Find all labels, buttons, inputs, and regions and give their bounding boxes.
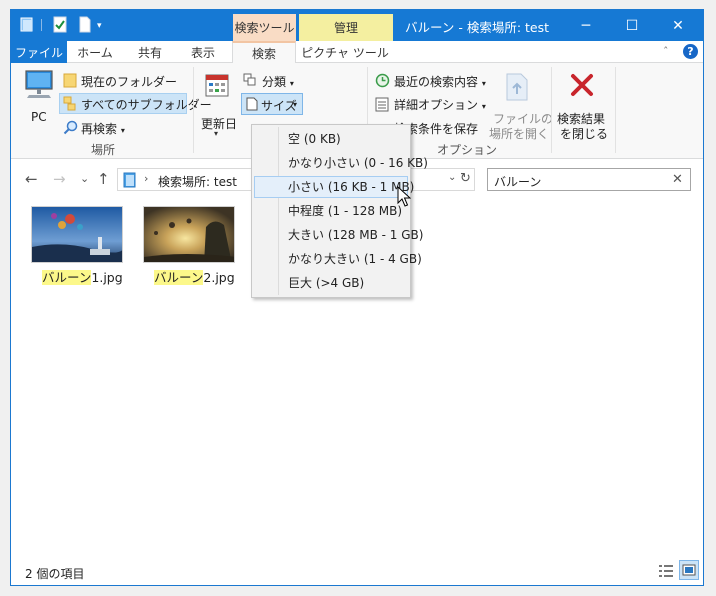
tab-search[interactable]: 検索	[232, 41, 296, 64]
calendar-icon	[205, 74, 229, 97]
close-search-icon	[571, 74, 593, 96]
properties-icon[interactable]	[52, 16, 68, 33]
kind-icon	[243, 73, 256, 86]
size-option-large[interactable]: 大きい (128 MB - 1 GB)	[254, 224, 423, 246]
forward-arrow-icon[interactable]: →	[53, 170, 66, 188]
size-label: サイズ	[261, 99, 297, 113]
chevron-down-icon: ▾	[481, 79, 486, 88]
tab-share[interactable]: 共有	[125, 41, 175, 63]
context-tab-manage: 管理	[299, 14, 393, 41]
search-input[interactable]: バルーン ✕	[487, 168, 691, 191]
size-option-tiny[interactable]: かなり小さい (0 - 16 KB)	[254, 152, 428, 174]
size-icon	[246, 97, 258, 111]
chevron-down-icon: ▾	[214, 129, 219, 138]
current-folder-icon	[63, 73, 77, 88]
ribbon-tabs: ファイル ホーム 共有 表示 検索 ピクチャ ツール ˆ ?	[11, 41, 703, 64]
tab-home[interactable]: ホーム	[69, 41, 121, 63]
breadcrumb[interactable]: 検索場所: test	[158, 173, 237, 190]
new-folder-icon[interactable]	[77, 16, 93, 33]
close-search-label-2: を閉じる	[560, 127, 609, 141]
size-option-small[interactable]: 小さい (16 KB - 1 MB)	[254, 176, 414, 198]
clear-search-icon[interactable]: ✕	[672, 172, 683, 187]
pc-icon	[25, 70, 53, 98]
file-name-rest: 1.jpg	[91, 270, 123, 285]
mouse-cursor-icon	[397, 186, 411, 207]
options-group-label: オプション	[437, 143, 498, 157]
large-icons-view-icon	[682, 564, 696, 576]
search-again-button[interactable]: 再検索 ▾	[81, 120, 125, 137]
tab-view[interactable]: 表示	[177, 41, 229, 63]
recent-searches-label: 最近の検索内容	[394, 75, 479, 89]
advanced-options-label: 詳細オプション	[394, 98, 479, 112]
chevron-down-icon: ▾	[289, 79, 294, 88]
kind-label: 分類	[262, 75, 287, 89]
details-view-icon[interactable]	[657, 563, 675, 579]
back-arrow-icon[interactable]: ←	[25, 170, 38, 188]
up-arrow-icon[interactable]: ↑	[97, 170, 110, 188]
size-option-gigantic[interactable]: 巨大 (>4 GB)	[254, 272, 408, 294]
chevron-down-icon: ▾	[293, 100, 298, 109]
close-button[interactable]: ✕	[655, 10, 701, 41]
window-title: バルーン - 検索場所: test	[405, 20, 550, 35]
size-option-medium[interactable]: 中程度 (1 - 128 MB)	[254, 200, 408, 222]
size-dropdown-menu: 空 (0 KB) かなり小さい (0 - 16 KB) 小さい (16 KB -…	[251, 124, 428, 298]
file-thumbnail-balloon-1[interactable]	[31, 206, 123, 263]
tab-picture-tools[interactable]: ピクチャ ツール	[297, 41, 393, 63]
file-name-balloon-1[interactable]: バルーン1.jpg	[42, 267, 123, 286]
help-icon[interactable]: ?	[683, 44, 698, 59]
file-thumbnail-balloon-2[interactable]	[143, 206, 235, 263]
search-again-label: 再検索	[81, 122, 118, 136]
ribbon-divider	[551, 67, 552, 153]
explorer-window: ▾ 検索ツール 管理 バルーン - 検索場所: test ─ ☐ ✕ ファイル …	[10, 9, 704, 586]
file-name-balloon-2[interactable]: バルーン2.jpg	[154, 267, 235, 286]
size-option-empty[interactable]: 空 (0 KB)	[254, 128, 408, 150]
advanced-options-button[interactable]: 詳細オプション ▾	[394, 96, 486, 113]
balloon-photo-2	[144, 207, 234, 262]
balloon-photo-1	[32, 207, 122, 262]
recent-locations-icon[interactable]: ⌄	[80, 172, 89, 185]
recent-searches-icon	[375, 73, 390, 88]
tab-file[interactable]: ファイル	[11, 41, 67, 63]
context-tab-search-tools: 検索ツール	[233, 14, 296, 41]
title-bar: ▾ 検索ツール 管理 バルーン - 検索場所: test ─ ☐ ✕	[11, 10, 703, 41]
window-folder-icon	[20, 17, 33, 32]
search-again-icon	[63, 120, 78, 135]
search-match-highlight: バルーン	[42, 270, 92, 285]
chevron-down-icon: ▾	[120, 126, 125, 135]
open-file-location-label-2: 場所を開く	[489, 127, 550, 141]
large-icons-view-button[interactable]	[679, 560, 699, 580]
file-name-rest: 2.jpg	[203, 270, 235, 285]
kind-button[interactable]: 分類 ▾	[262, 73, 294, 90]
date-modified-button[interactable]: 更新日	[201, 115, 237, 132]
collapse-ribbon-icon[interactable]: ˆ	[663, 45, 669, 58]
ribbon-divider	[193, 67, 194, 153]
pc-button[interactable]: PC	[31, 110, 47, 124]
size-option-huge[interactable]: かなり大きい (1 - 4 GB)	[254, 248, 422, 270]
quick-access-separator	[41, 19, 42, 31]
advanced-options-icon	[375, 97, 389, 112]
search-match-highlight: バルーン	[154, 270, 204, 285]
search-input-value: バルーン	[494, 175, 542, 189]
refresh-icon[interactable]: ↻	[460, 171, 471, 186]
minimize-button[interactable]: ─	[563, 10, 609, 41]
location-group-label: 場所	[91, 143, 116, 157]
chevron-down-icon: ▾	[481, 102, 486, 111]
size-button[interactable]: サイズ ▾	[241, 93, 303, 115]
current-folder-button[interactable]: 現在のフォルダー	[81, 73, 177, 90]
address-dropdown-icon[interactable]: ⌄	[448, 172, 456, 183]
subfolders-icon	[63, 96, 76, 111]
open-file-location-icon	[506, 73, 528, 101]
ribbon-divider	[615, 67, 616, 153]
customize-quick-access-icon[interactable]: ▾	[97, 20, 102, 32]
item-count: 2 個の項目	[25, 567, 85, 581]
recent-searches-button[interactable]: 最近の検索内容 ▾	[394, 73, 486, 90]
maximize-button[interactable]: ☐	[609, 10, 655, 41]
breadcrumb-separator: ›	[144, 172, 149, 185]
status-bar: 2 個の項目	[11, 559, 703, 585]
search-location-icon	[123, 172, 136, 188]
